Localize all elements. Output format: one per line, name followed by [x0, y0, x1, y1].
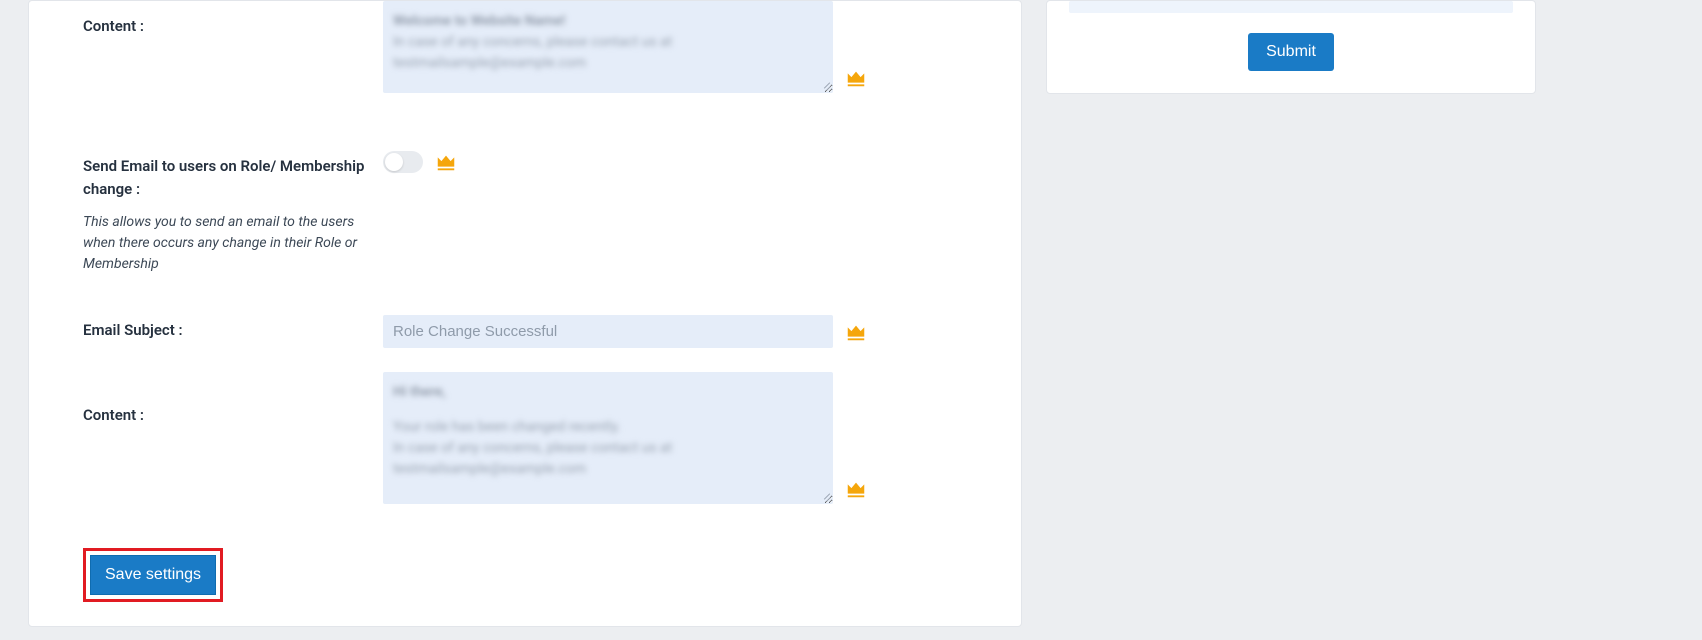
content-label-1: Content :	[83, 15, 383, 38]
crown-icon	[845, 321, 867, 343]
crown-col-1	[833, 67, 873, 89]
role-change-toggle-label: Send Email to users on Role/ Membership …	[83, 155, 383, 200]
content-label-col-1: Content :	[83, 1, 383, 38]
content-field-1: Welcome to Website Name! In case of any …	[383, 1, 833, 93]
content-textarea-1[interactable]: Welcome to Website Name! In case of any …	[383, 1, 833, 93]
email-subject-label: Email Subject :	[83, 319, 383, 342]
role-change-toggle-desc: This allows you to send an email to the …	[83, 212, 363, 275]
crown-icon	[845, 67, 867, 89]
content-label-col-2: Content :	[83, 372, 383, 427]
content-textarea-2[interactable]: Hi there, Your role has been changed rec…	[383, 372, 833, 504]
email-subject-label-col: Email Subject :	[83, 315, 383, 342]
crown-icon	[845, 478, 867, 500]
save-settings-button[interactable]: Save settings	[90, 555, 216, 595]
role-change-toggle-row: Send Email to users on Role/ Membership …	[83, 151, 991, 275]
side-blank-area	[1069, 1, 1513, 13]
email-subject-field-col	[383, 315, 833, 348]
role-change-label-col: Send Email to users on Role/ Membership …	[83, 151, 383, 275]
save-highlight-box: Save settings	[83, 548, 223, 602]
email-subject-row: Email Subject :	[83, 315, 991, 348]
role-change-toggle[interactable]	[383, 151, 423, 173]
submit-button[interactable]: Submit	[1248, 33, 1334, 71]
crown-col-2	[833, 321, 873, 343]
crown-icon	[435, 151, 457, 173]
content-row-1: Content : Welcome to Website Name! In ca…	[83, 1, 991, 93]
email-subject-input[interactable]	[383, 315, 833, 348]
side-card: Submit	[1046, 0, 1536, 94]
role-change-toggle-field	[383, 151, 833, 173]
settings-card: Content : Welcome to Website Name! In ca…	[28, 0, 1022, 627]
content-label-2: Content :	[83, 404, 383, 427]
crown-col-3	[833, 478, 873, 500]
toggle-knob	[385, 153, 403, 171]
content-row-2: Content : Hi there, Your role has been c…	[83, 372, 991, 504]
content-field-2: Hi there, Your role has been changed rec…	[383, 372, 833, 504]
